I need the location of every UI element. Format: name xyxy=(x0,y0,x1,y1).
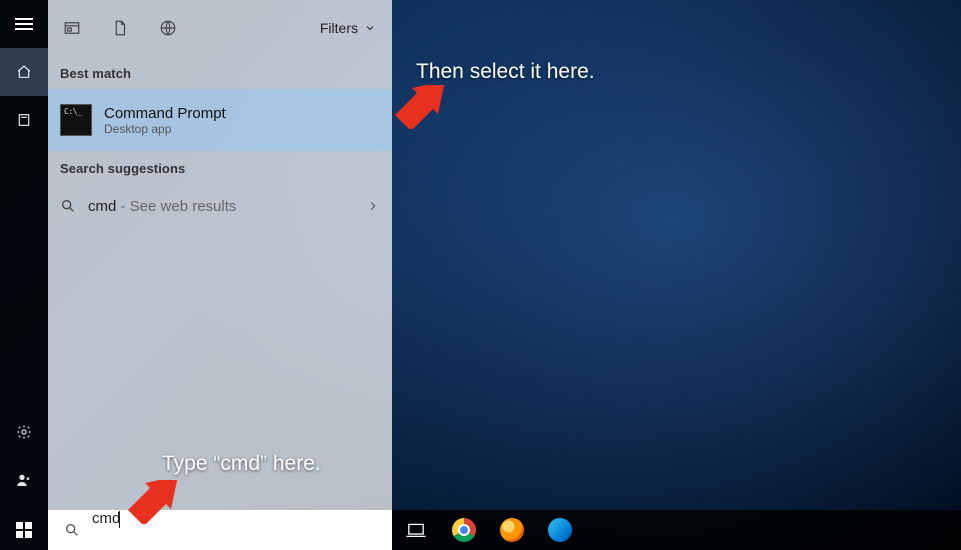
best-match-subtitle: Desktop app xyxy=(104,122,226,136)
windows-logo-icon xyxy=(16,522,32,538)
start-search-panel: Filters Best match Command Prompt Deskto… xyxy=(0,0,392,510)
suggestion-term: cmd xyxy=(88,198,116,215)
text-cursor xyxy=(119,511,120,528)
scope-documents-button[interactable] xyxy=(96,0,144,56)
taskbar-app-firefox[interactable] xyxy=(488,510,536,550)
annotation-arrow-bottom xyxy=(128,480,180,524)
best-match-title: Command Prompt xyxy=(104,105,226,122)
search-icon xyxy=(64,522,80,538)
document-icon xyxy=(111,19,129,37)
hamburger-icon xyxy=(15,18,33,30)
search-suggestions-label: Search suggestions xyxy=(48,151,392,184)
best-match-text: Command Prompt Desktop app xyxy=(104,105,226,136)
hamburger-button[interactable] xyxy=(0,0,48,48)
sidebar-item-apps[interactable] xyxy=(0,96,48,144)
start-sidebar xyxy=(0,0,48,510)
command-prompt-icon xyxy=(60,104,92,136)
search-results-pane: Filters Best match Command Prompt Deskto… xyxy=(48,0,392,510)
search-icon xyxy=(60,198,76,214)
best-match-label: Best match xyxy=(48,56,392,89)
taskbar-app-edge[interactable] xyxy=(536,510,584,550)
gear-icon xyxy=(16,424,32,440)
filters-button[interactable]: Filters xyxy=(320,20,376,36)
filters-label: Filters xyxy=(320,20,358,36)
start-sidebar-bottom xyxy=(0,408,48,504)
start-button[interactable] xyxy=(0,510,48,550)
annotation-arrow-top xyxy=(395,85,447,129)
firefox-icon xyxy=(500,518,524,542)
annotation-type: Type “cmd” here. xyxy=(162,452,321,476)
scope-apps-button[interactable] xyxy=(48,0,96,56)
suggestion-tail: - See web results xyxy=(116,198,236,215)
window-badge-icon xyxy=(63,19,81,37)
start-sidebar-top xyxy=(0,0,48,144)
globe-icon xyxy=(159,19,177,37)
user-icon xyxy=(16,472,32,488)
home-icon xyxy=(16,64,32,80)
best-match-result[interactable]: Command Prompt Desktop app xyxy=(48,89,392,151)
task-view-icon xyxy=(406,522,426,538)
annotation-select: Then select it here. xyxy=(416,60,595,84)
sidebar-item-account[interactable] xyxy=(0,456,48,504)
chevron-right-icon xyxy=(366,199,380,213)
taskbar-search-box[interactable]: cmd xyxy=(48,510,392,550)
chrome-icon xyxy=(452,518,476,542)
apps-icon xyxy=(16,112,32,128)
search-scope-header: Filters xyxy=(48,0,392,56)
sidebar-item-settings[interactable] xyxy=(0,408,48,456)
task-view-button[interactable] xyxy=(392,510,440,550)
suggestion-text: cmd - See web results xyxy=(88,198,236,215)
taskbar-app-chrome[interactable] xyxy=(440,510,488,550)
scope-web-button[interactable] xyxy=(144,0,192,56)
sidebar-item-home[interactable] xyxy=(0,48,48,96)
chevron-down-icon xyxy=(364,22,376,34)
search-suggestion-item[interactable]: cmd - See web results xyxy=(48,184,392,228)
edge-icon xyxy=(548,518,572,542)
